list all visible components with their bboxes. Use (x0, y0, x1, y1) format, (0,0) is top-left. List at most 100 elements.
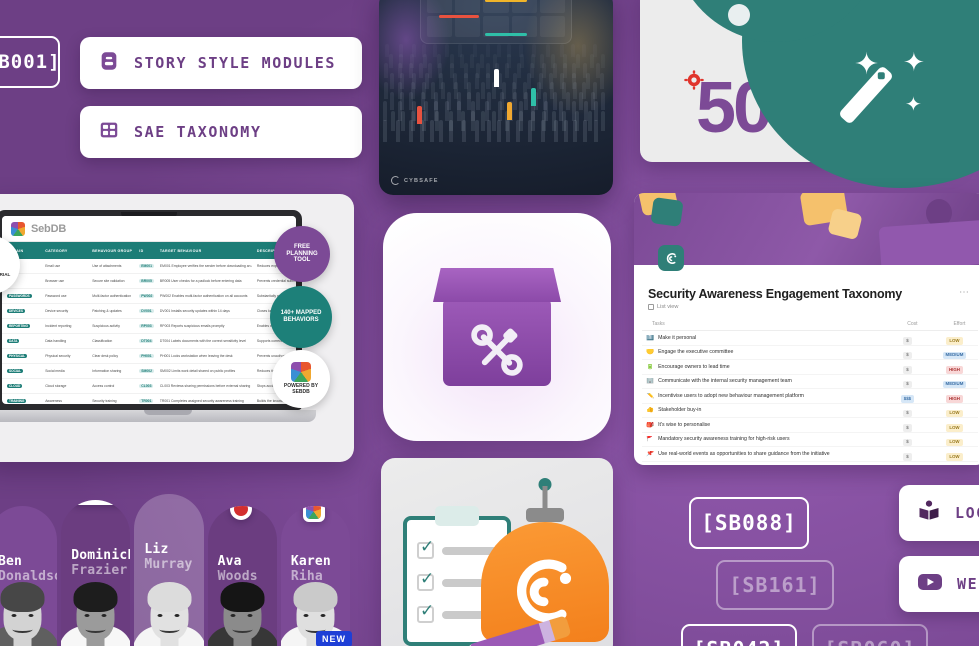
grid-bar-yellow (485, 0, 527, 2)
crowd-figure (516, 63, 521, 79)
right-pill-webinar[interactable]: WEBINAR (899, 556, 979, 612)
sebdb-table-row[interactable]: PASSWORDS Password use Multi-factor authen… (2, 289, 296, 304)
sebdb-app-screen[interactable]: SebDB DOMAINCATEGORYBEHAVIOUR GROUPIDTAR… (2, 216, 296, 404)
sebdb-cell: Awareness (45, 398, 62, 403)
sebdb-cell: PHYSICAL (7, 353, 28, 358)
task-label: Communicate with the internal security m… (658, 378, 792, 385)
feature-pill-story-style-modules[interactable]: STORY STYLE MODULES (80, 37, 362, 89)
robot-antenna-base (526, 508, 564, 522)
sb-tag-label: [SB060] (824, 637, 915, 646)
toolbox-lid (433, 268, 561, 302)
sb-tag-sb161[interactable]: [SB161] (716, 560, 834, 610)
face (207, 582, 277, 646)
crowd-figure (576, 53, 581, 68)
right-pill-label: LOGIN (955, 504, 979, 522)
taxonomy-cost-cell: $ (884, 459, 931, 465)
sebdb-laptop-card[interactable]: SebDB DOMAINCATEGORYBEHAVIOUR GROUPIDTAR… (0, 194, 354, 462)
sebdb-table-row[interactable]: TRAINING Awareness Security training TR001 T… (2, 394, 296, 404)
crowd-figure (400, 110, 405, 132)
crowd-figure (408, 120, 413, 142)
crowd-figure (389, 72, 394, 89)
person-card[interactable]: Ava Woods (207, 506, 277, 646)
notion-view-label[interactable]: List view (648, 304, 902, 310)
sebdb-table-row[interactable]: SOCIAL Social media Information sharing SM0… (2, 364, 296, 379)
task-emoji-icon: 🟡 (646, 349, 655, 355)
task-emoji-icon: 🎒 (646, 421, 655, 428)
mouth (232, 626, 253, 633)
crowd-figure (384, 63, 389, 79)
sebdb-cell: Access control (92, 383, 115, 388)
badge-powered-by-sebdb[interactable]: POWERED BY SEBDB (272, 350, 330, 408)
sebdb-table-header: DOMAINCATEGORYBEHAVIOUR GROUPIDTARGET BE… (2, 242, 296, 259)
sb-tag-sb060[interactable]: [SB060] (812, 624, 928, 646)
task-label: Engage the executive committee (658, 349, 734, 356)
task-label: Mandatory security awareness training fo… (658, 436, 790, 443)
sebdb-cell: DV001 (139, 308, 154, 314)
crowd-figure (553, 63, 558, 79)
crowd-figure (582, 44, 586, 57)
sebdb-cell: SM002 Limits work detail shared on publi… (159, 368, 236, 373)
sebdb-cell: CLOUD (7, 383, 23, 388)
brand-badge-logo[interactable] (229, 506, 252, 520)
sebdb-cell: RP003 (139, 323, 154, 329)
person-card[interactable]: BenDonaldson (0, 506, 58, 646)
crowd-figure (497, 120, 502, 142)
crowd-figure (498, 101, 503, 121)
badge-mapped-behaviors[interactable]: 140+ MAPPED BEHAVIORS (270, 286, 332, 348)
person-first-name: Dominick (71, 548, 131, 563)
crowd-figure (564, 120, 569, 142)
toolbox-tools-icon (433, 268, 561, 386)
task-label: Encourage owners to lead time (658, 363, 730, 370)
sebdb-cell: Password use (45, 293, 67, 298)
eye-left-icon (157, 614, 163, 617)
person-card[interactable]: Liz Murray (134, 494, 204, 646)
clipboard-clip (435, 506, 479, 526)
brand-badge-meta[interactable]: Meta (71, 500, 128, 505)
right-pill-login[interactable]: LOGIN (899, 485, 979, 541)
crowd-figure (469, 53, 474, 68)
sebdb-column-header: BEHAVIOUR GROUP (92, 248, 133, 253)
crowd-figure (439, 120, 443, 142)
person-first-name: Ava (217, 554, 242, 569)
sebdb-table-row[interactable]: PHYSICAL Physical security Clear desk poli… (2, 349, 296, 364)
brand-badge-app[interactable] (302, 506, 325, 522)
crowd-figure (480, 53, 485, 68)
sebdb-table-row[interactable]: CLOUD Cloud storage Access control CL003 CL0… (2, 379, 296, 394)
toolbox-card[interactable] (383, 213, 611, 441)
sebdb-cell: DT004 Labels documents with the correct … (159, 338, 246, 343)
crowd-figure (593, 101, 598, 121)
crowd-figure (506, 120, 511, 142)
sb-tag-sb042[interactable]: [SB042] (681, 624, 797, 646)
sebdb-cell: Multi-factor authentication (92, 293, 132, 298)
crowd-visual-card[interactable]: CYBSAFE (379, 0, 613, 195)
crowd-figure (383, 101, 388, 121)
person-card[interactable]: DominickFrazier Meta (61, 500, 131, 646)
sebdb-table-row[interactable]: Browser use Secure site validation BR005 BR… (2, 274, 296, 289)
taxonomy-table-row[interactable]: 🔑Share "Special Focus" ideas$HIGH (642, 462, 978, 466)
mouth (159, 626, 179, 633)
task-label: Incentivise users to adopt new behaviour… (658, 392, 805, 399)
notion-taxonomy-card[interactable]: Security Awareness Engagement Taxonomy L… (634, 193, 979, 465)
crowd-figure (480, 82, 485, 100)
crowd-figure (600, 72, 605, 89)
feature-pill-sae-taxonomy[interactable]: SAE TAXONOMY (80, 106, 362, 158)
more-options-icon[interactable]: ⋯ (959, 287, 970, 298)
notion-cover-image (634, 193, 979, 265)
sb-tag-sb088[interactable]: [SB088] (689, 497, 809, 549)
person-card[interactable]: Karen Riha (280, 506, 351, 646)
sb-tag-label: [SB161] (729, 573, 821, 597)
sebdb-table-row[interactable]: REPORTING Incident reporting Suspicious ac… (2, 319, 296, 334)
badge-free-planning-tool[interactable]: FREE PLANNING TOOL (274, 226, 330, 282)
sebdb-cell: Physical security (45, 353, 71, 358)
sb-tag-sb001[interactable]: [SB001] (0, 36, 60, 88)
eye-right-icon (320, 614, 326, 617)
crowd-figure (492, 110, 496, 132)
sebdb-table-row[interactable]: DATA Data handling Classification DT004 DT00… (2, 334, 296, 349)
crowd-figure (512, 91, 517, 110)
mouth (85, 626, 106, 633)
robot-checklist-card[interactable]: ✓ ✓ ✓ (381, 458, 613, 646)
crowd-figure (572, 82, 577, 100)
sebdb-table-row[interactable]: DEVICES Device security Patching & updates… (2, 304, 296, 319)
checklist-item: ✓ (417, 603, 490, 623)
sebdb-table-row[interactable]: Email use Use of attachments EM001 EM001 Em… (2, 259, 296, 274)
